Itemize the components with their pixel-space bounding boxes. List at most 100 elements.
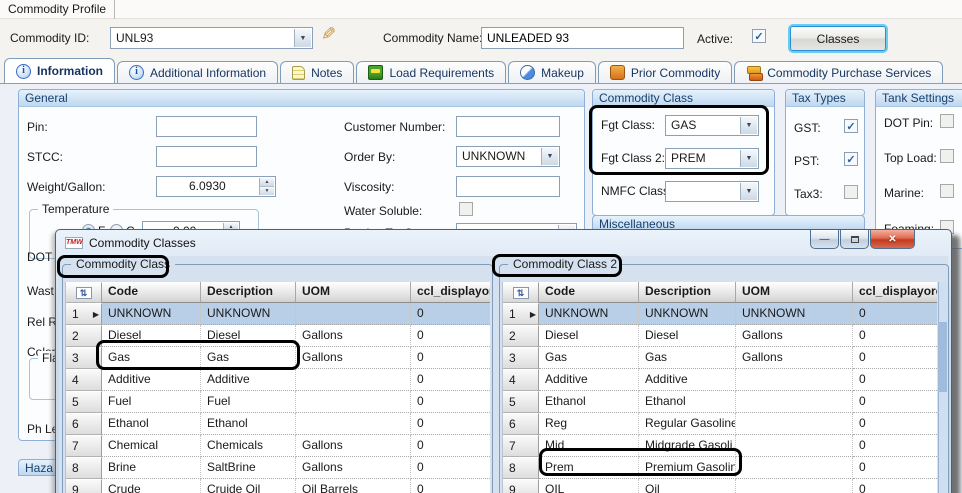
row-selector[interactable]: 6 [66,413,102,435]
cell-description[interactable]: Diesel [639,325,736,347]
stcc-input[interactable] [156,146,257,167]
dot-pin-checkbox[interactable] [940,114,954,128]
fgt-class-combo[interactable]: GAS ▼ [665,115,759,136]
row-selector[interactable]: 1▶ [503,303,539,325]
pst-checkbox[interactable]: ✓ [844,152,858,166]
cell-description[interactable]: Midgrade Gasoli... [639,435,736,457]
cell-ccl-displayord[interactable]: 0 [853,369,937,391]
water-soluble-checkbox[interactable] [459,202,473,216]
cell-description[interactable]: Additive [639,369,736,391]
table-row[interactable]: 2DieselDieselGallons0 [503,325,937,347]
cell-uom[interactable] [296,303,411,325]
commodity-name-input[interactable] [481,27,684,49]
cell-description[interactable]: SaltBrine [201,457,296,479]
cell-uom[interactable] [736,391,853,413]
viscosity-input[interactable] [456,176,560,197]
top-load-checkbox[interactable] [940,149,954,163]
cell-ccl-displayord[interactable]: 0 [411,435,490,457]
table-row[interactable]: 4AdditiveAdditive0 [503,369,937,391]
field-chooser-button[interactable]: ⇅ [503,282,539,303]
weight-gallon-spinbox[interactable]: 6.0930 ▲▼ [156,176,276,197]
cell-code[interactable]: Gas [539,347,639,369]
cell-ccl-displayord[interactable]: 0 [411,479,490,493]
cell-description[interactable]: Additive [201,369,296,391]
cell-code[interactable]: Prem [539,457,639,479]
chevron-down-icon[interactable]: ▼ [294,29,311,47]
row-selector[interactable]: 9 [66,479,102,493]
fgt-class2-combo[interactable]: PREM ▼ [665,148,759,169]
column-header-ccl-displayord[interactable]: ccl_displayord [853,282,937,303]
cell-code[interactable]: Ethanol [102,413,201,435]
cell-description[interactable]: Fuel [201,391,296,413]
cell-code[interactable]: UNKNOWN [102,303,201,325]
cell-uom[interactable] [296,369,411,391]
column-header-uom[interactable]: UOM [296,282,411,303]
maximize-button[interactable] [840,230,869,249]
cell-code[interactable]: Crude [102,479,201,493]
vertical-scrollbar[interactable] [938,282,947,493]
close-button[interactable]: ✕ [870,230,915,249]
cell-ccl-displayord[interactable]: 0 [411,457,490,479]
cell-ccl-displayord[interactable]: 0 [853,391,937,413]
cell-code[interactable]: Reg [539,413,639,435]
cell-ccl-displayord[interactable]: 0 [411,303,490,325]
table-row[interactable]: 9CrudeCruide OilOil Barrels0 [66,479,490,493]
table-row[interactable]: 7MidMidgrade Gasoli...0 [503,435,937,457]
column-header-description[interactable]: Description [201,282,296,303]
cell-code[interactable]: Gas [102,347,201,369]
column-header-code[interactable]: Code [102,282,201,303]
cell-code[interactable]: Additive [539,369,639,391]
cell-description[interactable]: Chemicals [201,435,296,457]
tab-information[interactable]: i Information [4,58,115,83]
column-header-ccl-displayord[interactable]: ccl_displayord [411,282,490,303]
cell-ccl-displayord[interactable]: 0 [853,479,937,493]
cell-code[interactable]: Fuel [102,391,201,413]
cell-description[interactable]: Oil [639,479,736,493]
gst-checkbox[interactable]: ✓ [844,119,858,133]
row-selector[interactable]: 1▶ [66,303,102,325]
cell-uom[interactable] [736,369,853,391]
cell-ccl-displayord[interactable]: 0 [411,413,490,435]
table-row[interactable]: 3GasGasGallons0 [66,347,490,369]
cell-uom[interactable] [736,413,853,435]
cell-code[interactable]: Ethanol [539,391,639,413]
cell-code[interactable]: Diesel [539,325,639,347]
cell-uom[interactable]: Oil Barrels [296,479,411,493]
cell-description[interactable]: Ethanol [639,391,736,413]
cell-description[interactable]: Ethanol [201,413,296,435]
cell-ccl-displayord[interactable]: 0 [411,391,490,413]
table-row[interactable]: 1▶UNKNOWNUNKNOWNUNKNOWN0 [503,303,937,325]
row-selector[interactable]: 9 [503,479,539,493]
cell-ccl-displayord[interactable]: 0 [411,369,490,391]
table-row[interactable]: 2DieselDieselGallons0 [66,325,490,347]
chevron-down-icon[interactable]: ▼ [740,150,757,167]
cell-ccl-displayord[interactable]: 0 [853,347,937,369]
field-chooser-button[interactable]: ⇅ [66,282,102,303]
cell-ccl-displayord[interactable]: 0 [853,303,937,325]
row-selector[interactable]: 6 [503,413,539,435]
cell-ccl-displayord[interactable]: 0 [411,347,490,369]
cell-uom[interactable]: Gallons [296,347,411,369]
row-selector[interactable]: 2 [503,325,539,347]
nmfc-class-combo[interactable]: ▼ [665,181,759,202]
tab-makeup[interactable]: Makeup [508,61,596,83]
marine-checkbox[interactable] [940,184,954,198]
tab-commodity-profile[interactable]: Commodity Profile [0,0,115,19]
cell-description[interactable]: Gas [639,347,736,369]
table-row[interactable]: 3GasGasGallons0 [503,347,937,369]
cell-ccl-displayord[interactable]: 0 [853,413,937,435]
cell-code[interactable]: Mid [539,435,639,457]
cell-uom[interactable] [736,457,853,479]
row-selector[interactable]: 3 [503,347,539,369]
cell-uom[interactable] [296,391,411,413]
cell-code[interactable]: OIL [539,479,639,493]
classes-button[interactable]: Classes [790,26,886,51]
cell-ccl-displayord[interactable]: 0 [853,435,937,457]
dialog-titlebar[interactable]: TMW Commodity Classes — ✕ [56,230,951,256]
cell-ccl-displayord[interactable]: 0 [853,325,937,347]
chevron-down-icon[interactable]: ▼ [740,117,757,134]
tab-commodity-purchase-services[interactable]: Commodity Purchase Services [734,61,943,83]
tab-load-requirements[interactable]: Load Requirements [356,61,506,83]
table-row[interactable]: 4AdditiveAdditive0 [66,369,490,391]
tax3-checkbox[interactable] [844,185,858,199]
